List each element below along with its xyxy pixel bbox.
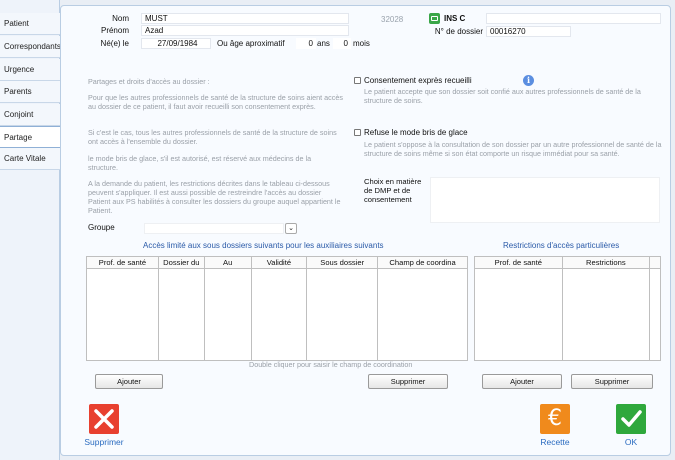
column-header[interactable]: Champ de coordina (377, 256, 468, 269)
partage-paragraph-2: Si c'est le cas, tous les autres profess… (88, 128, 337, 146)
dossier-field[interactable]: 00016270 (486, 26, 571, 37)
column-header[interactable]: Sous dossier (306, 256, 379, 269)
sidebar-item-correspondants[interactable]: Correspondants (0, 36, 60, 58)
sidebar-item-label: Carte Vitale (4, 154, 46, 163)
column-header[interactable]: Dossier du (157, 256, 205, 269)
partage-heading: Partages et droits d'accès au dossier : (88, 77, 210, 86)
partage-panel: Nom MUST Prénom Azad Né(e) le 27/09/1984… (60, 5, 671, 456)
prenom-label: Prénom (100, 26, 129, 35)
column-header[interactable]: Prof. de santé (474, 256, 563, 269)
choix-dmp-field[interactable] (430, 177, 660, 223)
sidebar-item-conjoint[interactable]: Conjoint (0, 104, 60, 126)
column-header[interactable]: Au (203, 256, 252, 269)
sidebar-item-patient[interactable]: Patient (0, 13, 60, 35)
ins-label: INS C (444, 14, 466, 23)
sidebar-item-label: Conjoint (4, 110, 34, 119)
info-icon[interactable]: i (523, 75, 534, 86)
ins-card-icon (429, 13, 440, 24)
patient-code: 32028 (381, 15, 404, 24)
nom-label: Nom (112, 14, 129, 23)
sidebar-item-label: Parents (4, 87, 32, 96)
consent-label: Consentement exprès recueilli (364, 76, 472, 85)
sidebar-item-carte-vitale[interactable]: Carte Vitale (0, 148, 60, 170)
sidebar-item-label: Patient (4, 19, 29, 28)
nom-field[interactable]: MUST (141, 13, 349, 24)
ins-field[interactable] (486, 13, 661, 24)
column-header[interactable]: Validité (250, 256, 308, 269)
access-table-title: Accès limité aux sous dossiers suivants … (143, 241, 384, 250)
consent-checkbox[interactable] (354, 77, 361, 84)
add-restriction-button[interactable]: Ajouter (482, 374, 562, 389)
refuse-bris-glace-label: Refuse le mode bris de glace (364, 128, 468, 137)
age-years-field[interactable]: 0 (296, 38, 316, 49)
choix-dmp-label: Choix en matière de DMP et de consenteme… (364, 177, 422, 204)
groupe-label: Groupe (88, 223, 115, 232)
age-months-unit: mois (353, 39, 370, 48)
sidebar-item-label: Correspondants (4, 42, 60, 51)
euro-icon[interactable]: € (540, 404, 570, 434)
ok-label[interactable]: OK (616, 437, 646, 447)
dossier-label: N° de dossier (434, 27, 483, 36)
sidebar-item-partage[interactable]: Partage (0, 126, 61, 148)
age-years-unit: ans (317, 39, 330, 48)
consent-description: Le patient accepte que son dossier soit … (364, 87, 641, 105)
delete-access-button[interactable]: Supprimer (368, 374, 448, 389)
chevron-down-icon[interactable]: ⌄ (285, 223, 297, 234)
partage-paragraph-4: A la demande du patient, les restriction… (88, 179, 341, 215)
partage-paragraph-1: Pour que les autres professionnels de sa… (88, 93, 343, 111)
prenom-field[interactable]: Azad (141, 25, 349, 36)
add-access-button[interactable]: Ajouter (95, 374, 163, 389)
supprimer-label[interactable]: Supprimer (76, 437, 132, 447)
column-header[interactable]: Prof. de santé (86, 256, 159, 269)
birthdate-field[interactable]: 27/09/1984 (141, 38, 211, 49)
checkmark-icon[interactable] (616, 404, 646, 434)
groupe-select[interactable] (144, 223, 284, 234)
sidebar-item-parents[interactable]: Parents (0, 81, 60, 103)
sidebar-item-label: Urgence (4, 65, 35, 74)
refuse-bris-glace-description: Le patient s'oppose à la consultation de… (364, 140, 662, 158)
recette-label[interactable]: Recette (530, 437, 580, 447)
ne-label: Né(e) le (100, 39, 129, 48)
delete-icon[interactable] (89, 404, 119, 434)
delete-restriction-button[interactable]: Supprimer (571, 374, 653, 389)
access-table[interactable]: Prof. de santé Dossier du Au Validité So… (86, 256, 468, 361)
restrictions-table-title: Restrictions d'accès particulières (503, 241, 620, 250)
sidebar-item-urgence[interactable]: Urgence (0, 59, 60, 81)
sidebar-item-label: Partage (4, 133, 33, 142)
partage-paragraph-3: le mode bris de glace, s'il est autorisé… (88, 154, 312, 172)
coordination-hint: Double cliquer pour saisir le champ de c… (249, 360, 413, 369)
age-months-field[interactable]: 0 (333, 38, 351, 49)
column-header-spacer (649, 256, 661, 269)
refuse-bris-glace-checkbox[interactable] (354, 129, 361, 136)
age-label: Ou âge aproximatif (217, 39, 285, 48)
restrictions-table[interactable]: Prof. de santé Restrictions (474, 256, 661, 361)
sidebar: Patient Correspondants Urgence Parents C… (0, 0, 61, 460)
column-header[interactable]: Restrictions (561, 256, 651, 269)
